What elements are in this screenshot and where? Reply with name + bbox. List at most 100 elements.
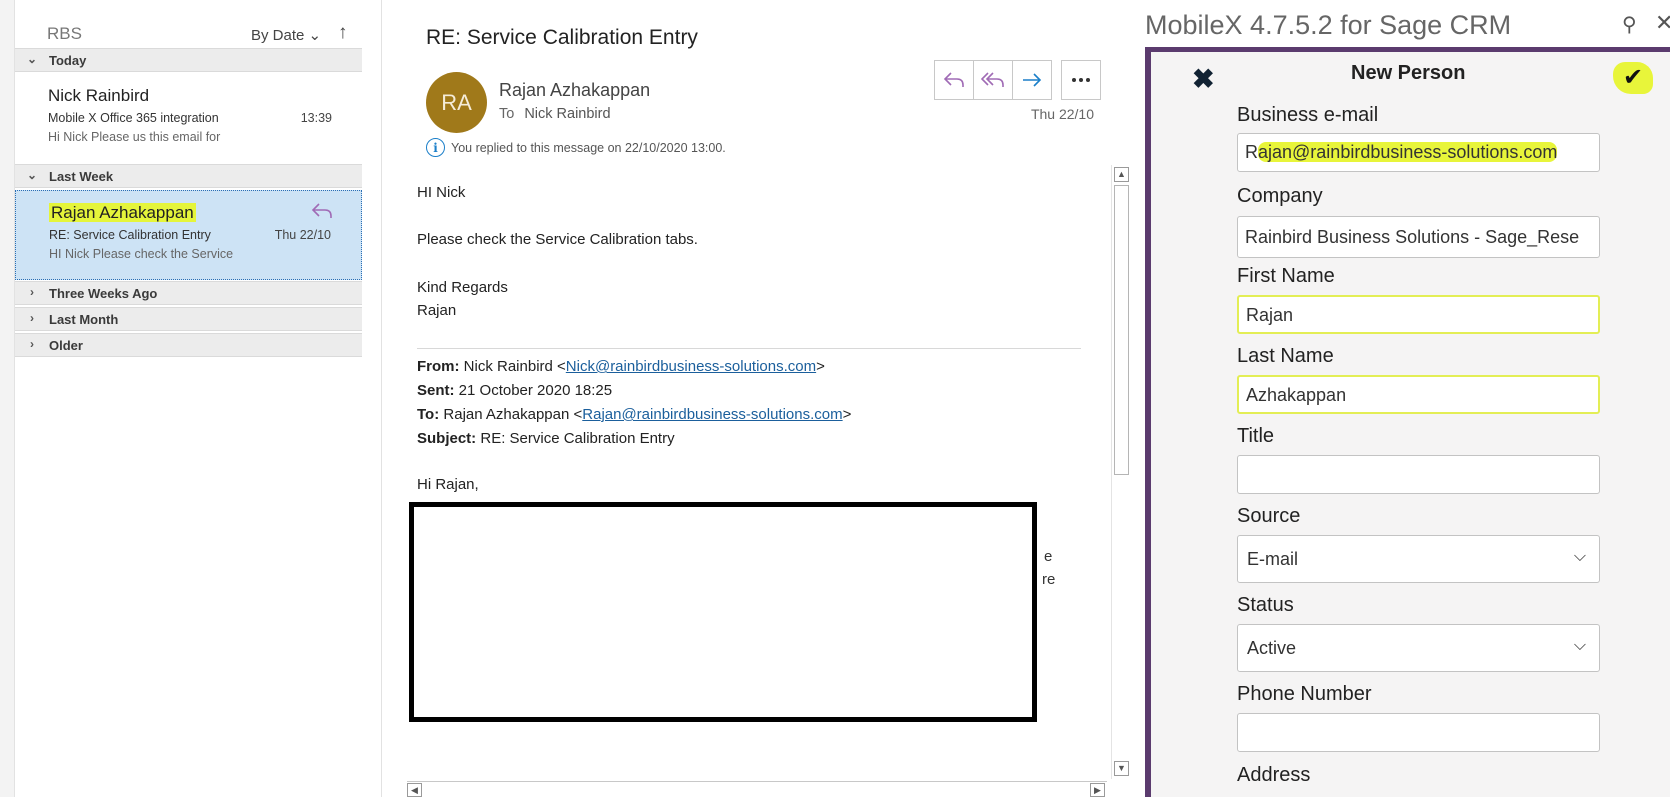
chevron-right-icon: › [30,337,34,351]
item-sender: Nick Rainbird [48,86,150,105]
addin-form-frame: ✖ New Person ✔ Business e-mail Rajan@rai… [1145,47,1670,797]
group-label: Older [49,338,83,353]
sender-name[interactable]: Rajan Azhakappan [499,80,650,101]
group-header-last-month[interactable]: › Last Month [15,307,362,331]
more-actions-button[interactable] [1061,60,1101,100]
last-name-field[interactable]: Azhakappan [1237,375,1600,414]
avatar[interactable]: RA [426,72,487,133]
addin-title: MobileX 4.7.5.2 for Sage CRM [1145,10,1512,40]
chevron-right-icon: › [30,285,34,299]
phone-field[interactable] [1237,713,1600,752]
item-time: 13:39 [300,111,332,125]
quoted-greeting: Hi Rajan, [417,476,479,493]
addin-pane: MobileX 4.7.5.2 for Sage CRM ⚲ ✕ ✖ New P… [1135,0,1670,797]
item-subject: RE: Service Calibration Entry [49,228,211,242]
recipient-name[interactable]: Nick Rainbird [524,106,610,122]
message-list-pane: RBS By Date ⌄ ↑ ⌄ Today Nick Rainbird Mo… [15,0,362,797]
list-item-selected[interactable]: Rajan Azhakappan RE: Service Calibration… [15,190,362,280]
save-check-icon[interactable]: ✔ [1613,62,1653,94]
email-link[interactable]: Rajan@rainbirdbusiness-solutions.com [582,406,842,423]
reply-info-text: You replied to this message on 22/10/202… [451,140,726,155]
company-field[interactable]: Rainbird Business Solutions - Sage_Rese [1237,216,1600,258]
reply-info-bar[interactable]: i You replied to this message on 22/10/2… [426,138,726,157]
chevron-down-icon: ⌄ [26,52,38,66]
item-sender: Rajan Azhakappan [49,203,196,223]
source-value: E-mail [1247,549,1299,569]
company-label: Company [1237,185,1323,207]
email-highlight: ajan@rainbirdbusiness-solutions.com [1258,142,1558,162]
item-time: Thu 22/10 [274,228,331,242]
pin-icon[interactable]: ⚲ [1622,12,1637,37]
chevron-down-icon: ⌄ [26,168,38,182]
scroll-up-icon[interactable]: ▲ [1114,167,1129,182]
close-icon[interactable]: ✕ [1655,10,1670,36]
reply-all-icon [981,72,1004,87]
scroll-left-icon[interactable]: ◀ [407,783,422,797]
vertical-scrollbar[interactable]: ▲ ▼ [1111,165,1130,779]
group-label: Three Weeks Ago [49,286,158,301]
horizontal-scrollbar[interactable]: ◀ ▶ [407,781,1107,797]
recipient-line: To Nick Rainbird [499,106,611,122]
to-label: To [499,106,515,122]
quoted-to: To: Rajan Azhakappan <Rajan@rainbirdbusi… [417,406,852,423]
phone-label: Phone Number [1237,683,1372,705]
group-header-three-weeks-ago[interactable]: › Three Weeks Ago [15,281,362,305]
chevron-right-icon: › [30,311,34,325]
reply-icon [943,72,964,87]
status-select[interactable]: Active ⌵ [1237,624,1600,672]
status-value: Active [1247,638,1297,658]
group-header-last-week[interactable]: ⌄ Last Week [15,164,362,188]
message-date: Thu 22/10 [1030,106,1094,122]
status-label: Status [1237,594,1294,616]
chevron-down-icon: ⌵ [1573,637,1586,654]
screen: RBS By Date ⌄ ↑ ⌄ Today Nick Rainbird Mo… [0,0,1670,797]
cancel-icon[interactable]: ✖ [1192,64,1215,95]
form-title: New Person [1351,62,1466,84]
quoted-from: From: Nick Rainbird <Nick@rainbirdbusine… [417,358,825,375]
sender-highlight: Rajan Azhakappan [49,203,196,222]
item-preview: Hi Nick Please us this email for [48,130,221,144]
quoted-sent: Sent: 21 October 2020 18:25 [417,382,613,399]
group-label: Last Month [49,312,119,327]
clipped-text: re [1042,571,1056,588]
body-greeting: HI Nick [417,184,466,201]
scrollbar-thumb[interactable] [1114,185,1129,475]
quoted-subject: Subject: RE: Service Calibration Entry [417,430,675,447]
group-header-today[interactable]: ⌄ Today [15,48,362,72]
reply-all-button[interactable] [973,60,1013,100]
redaction-box [409,502,1037,722]
last-name-label: Last Name [1237,345,1334,367]
message-subject: RE: Service Calibration Entry [426,26,698,49]
email-field[interactable]: Rajan@rainbirdbusiness-solutions.com [1237,133,1600,172]
email-link[interactable]: Nick@rainbirdbusiness-solutions.com [566,358,816,375]
reading-pane: RE: Service Calibration Entry RA Rajan A… [381,0,1130,797]
message-actions [934,60,1101,100]
folder-pane-gutter [0,0,15,797]
reply-button[interactable] [934,60,974,100]
sort-dropdown[interactable]: By Date ⌄ [251,26,321,44]
forward-icon [1023,73,1042,87]
chevron-down-icon: ⌄ [308,27,322,44]
item-subject: Mobile X Office 365 integration [48,111,219,125]
folder-name: RBS [47,24,82,43]
body-line: Please check the Service Calibration tab… [417,231,698,248]
more-icon [1072,78,1090,82]
sort-direction-icon[interactable]: ↑ [338,22,348,44]
first-name-label: First Name [1237,265,1335,287]
forward-button[interactable] [1012,60,1052,100]
sort-label: By Date [251,27,305,44]
source-label: Source [1237,505,1301,527]
group-header-older[interactable]: › Older [15,333,362,357]
email-label: Business e-mail [1237,104,1379,126]
title-label: Title [1237,425,1275,447]
scroll-down-icon[interactable]: ▼ [1114,761,1129,776]
reply-icon [311,203,332,218]
first-name-field[interactable]: Rajan [1237,295,1600,334]
title-field[interactable] [1237,455,1600,494]
group-label: Last Week [49,169,114,184]
body-signoff: Kind Regards [417,279,508,296]
list-item[interactable]: Nick Rainbird Mobile X Office 365 integr… [15,74,362,161]
chevron-down-icon: ⌵ [1573,548,1586,565]
scroll-right-icon[interactable]: ▶ [1090,783,1105,797]
source-select[interactable]: E-mail ⌵ [1237,535,1600,583]
